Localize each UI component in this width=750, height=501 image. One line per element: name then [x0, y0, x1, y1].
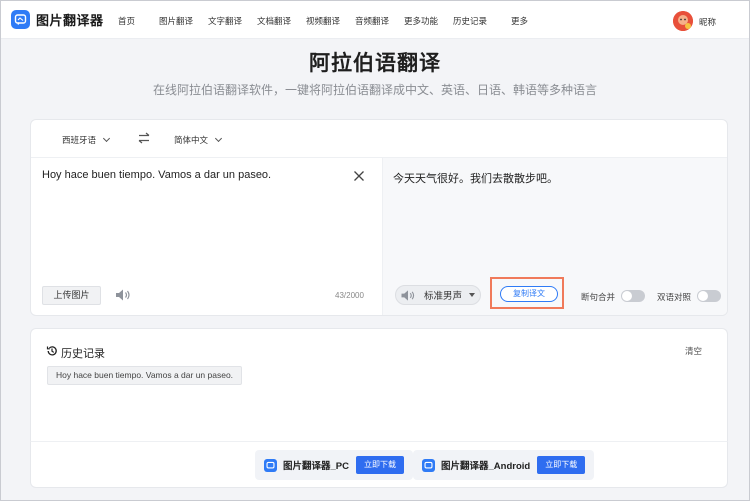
source-language-select[interactable]: 西班牙语: [62, 134, 111, 146]
download-android-button[interactable]: 立即下载: [537, 456, 586, 474]
clear-history-button[interactable]: 清空: [685, 345, 702, 357]
translate-app-icon: [422, 458, 435, 472]
translator-card: 西班牙语 简体中文 Hoy hace buen tiempo. Vamos a …: [30, 119, 728, 316]
language-bar: 西班牙语 简体中文: [31, 120, 727, 158]
download-pc-button[interactable]: 立即下载: [355, 456, 404, 474]
page-title: 阿拉伯语翻译: [309, 52, 441, 75]
copy-translation-button[interactable]: 复制译文: [500, 286, 558, 302]
nav-item-text[interactable]: 文字翻译: [208, 15, 242, 27]
brand-name: 图片翻译器: [36, 13, 104, 28]
history-panel: 历史记录 清空 Hoy hace buen tiempo. Vamos a da…: [30, 328, 728, 441]
nav-item-more-functions[interactable]: 更多功能: [404, 15, 438, 27]
download-android-card: 图片翻译器_Android 立即下载: [413, 450, 595, 480]
target-language-select[interactable]: 简体中文: [174, 134, 223, 146]
target-language-label: 简体中文: [174, 135, 209, 145]
voice-label: 标准男声: [424, 291, 463, 302]
user-nickname[interactable]: 昵称: [699, 16, 716, 28]
download-pc-name: 图片翻译器_PC: [283, 461, 349, 472]
nav-item-image[interactable]: 图片翻译: [159, 15, 193, 27]
source-text-input[interactable]: Hoy hace buen tiempo. Vamos a dar un pas…: [42, 169, 271, 181]
merge-sentences-label: 断句合并: [581, 292, 616, 302]
translation-output-text: 今天天气很好。我们去散散步吧。: [393, 173, 558, 185]
nav-item-history[interactable]: 历史记录: [453, 15, 487, 27]
chevron-down-icon: [469, 293, 476, 297]
page-subtitle: 在线阿拉伯语翻译软件，一键将阿拉伯语翻译成中文、英语、日语、韩语等多种语言: [152, 83, 597, 97]
nav-item-video[interactable]: 视频翻译: [306, 15, 340, 27]
bilingual-toggle[interactable]: [697, 290, 721, 302]
download-android-name: 图片翻译器_Android: [441, 461, 531, 472]
history-title: 历史记录: [61, 348, 105, 360]
user-avatar[interactable]: [673, 11, 693, 31]
chevron-down-icon: [102, 134, 111, 143]
merge-sentences-toggle[interactable]: [621, 290, 645, 302]
history-clock-icon: [46, 346, 57, 356]
top-nav: 图片翻译器 首页 图片翻译 文字翻译 文档翻译 视频翻译 音频翻译 更多功能 历…: [1, 1, 749, 39]
download-pc-card: 图片翻译器_PC 立即下载: [255, 450, 413, 480]
source-language-label: 西班牙语: [62, 135, 97, 145]
chevron-down-icon: [214, 134, 223, 143]
upload-image-button[interactable]: 上传图片: [42, 286, 101, 305]
nav-item-home[interactable]: 首页: [118, 15, 135, 27]
speaker-icon[interactable]: [115, 288, 131, 302]
bilingual-label: 双语对照: [657, 292, 692, 302]
swap-languages-icon[interactable]: [137, 132, 151, 144]
translate-app-icon: [264, 458, 277, 472]
history-item[interactable]: Hoy hace buen tiempo. Vamos a dar un pas…: [47, 366, 243, 385]
nav-item-more[interactable]: 更多: [511, 15, 528, 27]
translation-output-pane: 今天天气很好。我们去散散步吧。 标准男声 复制译文 断句合并 双语对照: [382, 158, 727, 315]
translate-app-icon: [11, 10, 30, 29]
download-bar: 图片翻译器_PC 立即下载 图片翻译器_Android 立即下载: [30, 441, 728, 488]
voice-select[interactable]: 标准男声: [395, 285, 481, 305]
nav-item-audio[interactable]: 音频翻译: [355, 15, 389, 27]
nav-item-doc[interactable]: 文档翻译: [257, 15, 291, 27]
brand-logo[interactable]: 图片翻译器: [11, 10, 104, 29]
character-counter: 43/2000: [335, 291, 364, 300]
close-icon[interactable]: [353, 170, 365, 182]
speaker-icon: [401, 289, 415, 301]
